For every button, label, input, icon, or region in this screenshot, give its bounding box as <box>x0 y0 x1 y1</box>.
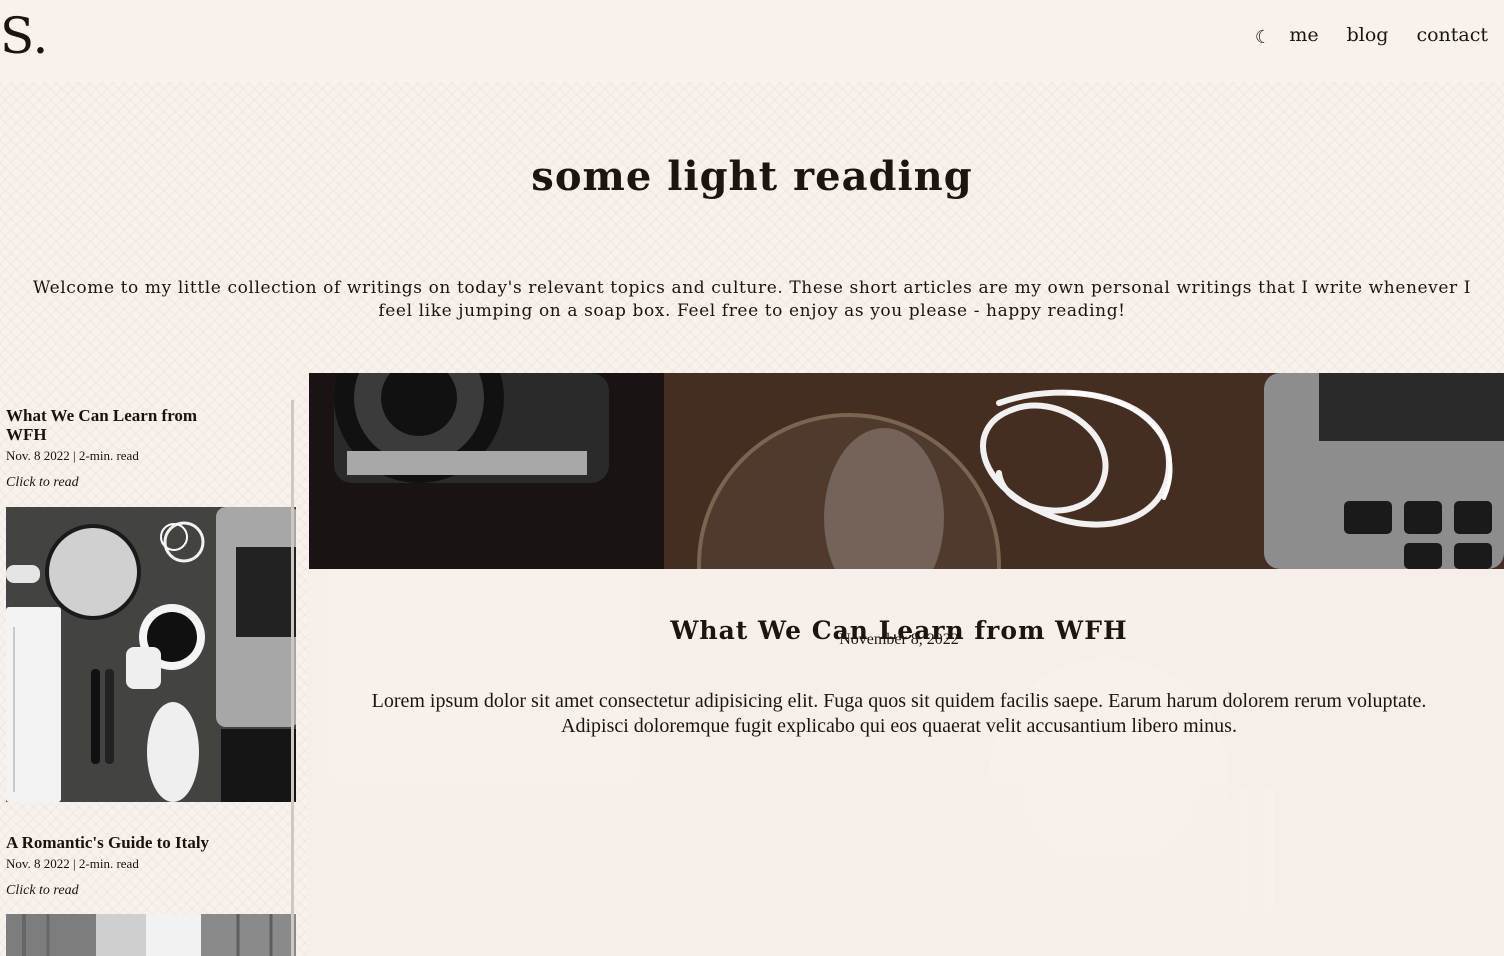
nav-link-blog[interactable]: blog <box>1347 22 1389 48</box>
post-card[interactable]: A Romantic's Guide to Italy Nov. 8 2022 … <box>6 833 296 900</box>
article-hero-image <box>309 373 1504 569</box>
site-logo[interactable]: S. <box>0 6 48 66</box>
click-to-read-link[interactable]: Click to read <box>6 474 296 492</box>
top-nav-bar: S. ☾ me blog contact <box>0 0 1504 82</box>
article-excerpt: Lorem ipsum dolor sit amet consectetur a… <box>371 690 1427 737</box>
post-title[interactable]: What We Can Learn from WFH <box>6 406 211 444</box>
desk-workspace-thumbnail[interactable] <box>6 507 296 802</box>
post-meta: Nov. 8 2022 | 2-min. read <box>6 856 139 871</box>
page-title: some light reading <box>531 152 973 200</box>
main-nav: me blog contact <box>1289 22 1488 48</box>
italy-street-image <box>6 914 296 956</box>
desk-camera-laptop-image <box>309 373 1504 569</box>
sidebar-scrollbar[interactable] <box>291 400 294 956</box>
desk-workspace-image <box>6 507 296 802</box>
post-list-sidebar[interactable]: What We Can Learn from WFH Nov. 8 2022 |… <box>0 400 296 956</box>
intro-text: Welcome to my little collection of writi… <box>32 278 1472 321</box>
italy-street-thumbnail[interactable] <box>6 914 296 956</box>
click-to-read-link[interactable]: Click to read <box>6 882 296 900</box>
post-card[interactable]: What We Can Learn from WFH Nov. 8 2022 |… <box>6 406 296 492</box>
featured-article[interactable]: What We Can Learn from WFH November 8, 2… <box>309 373 1504 956</box>
moon-icon[interactable]: ☾ <box>1252 27 1274 49</box>
post-meta: Nov. 8 2022 | 2-min. read <box>6 448 139 463</box>
nav-link-me[interactable]: me <box>1289 22 1318 48</box>
article-date: November 8, 2022 <box>839 631 959 648</box>
nav-link-contact[interactable]: contact <box>1416 22 1488 48</box>
post-title[interactable]: A Romantic's Guide to Italy <box>6 833 296 852</box>
